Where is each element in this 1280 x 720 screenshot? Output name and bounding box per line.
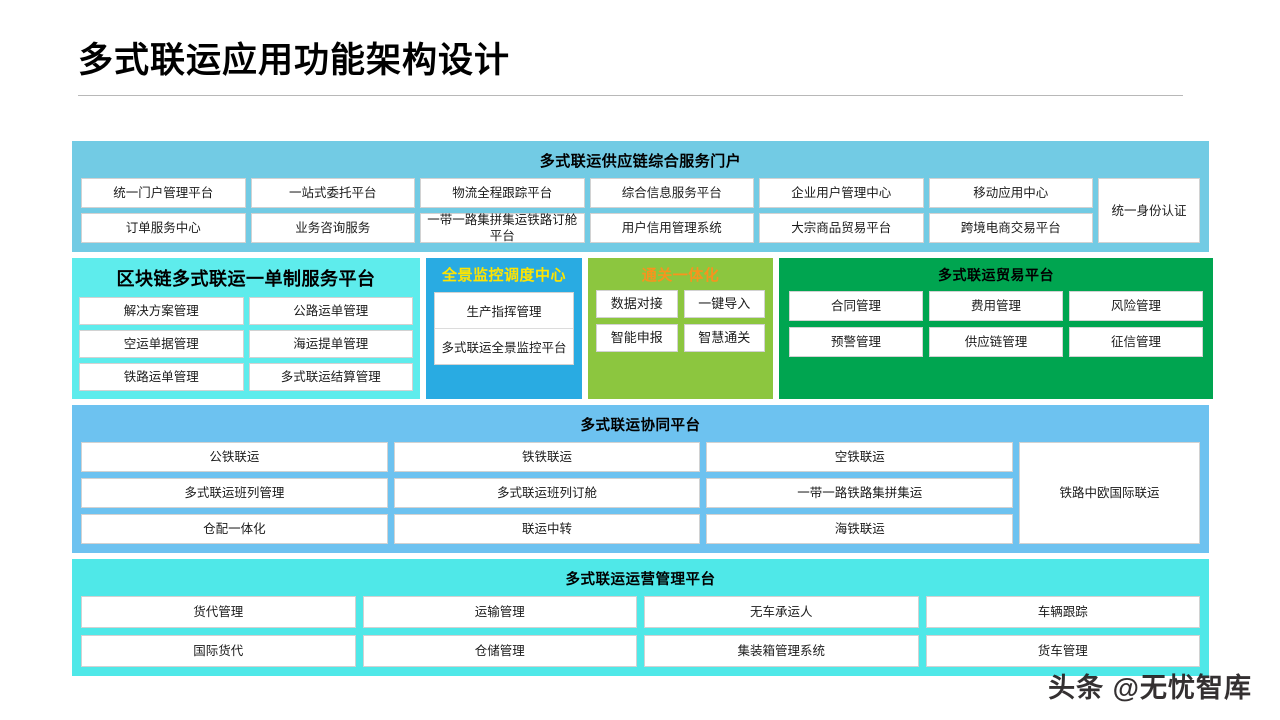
section-operations-title: 多式联运运营管理平台: [565, 572, 716, 588]
title-divider: [78, 94, 1183, 96]
portal-cell-identity[interactable]: 统一身份认证: [1098, 178, 1200, 243]
trade-cell[interactable]: 预警管理: [789, 327, 923, 357]
customs-grid: 数据对接 一键导入 智能申报 智慧通关: [596, 290, 765, 352]
page-title: 多式联运应用功能架构设计: [78, 41, 511, 80]
collaboration-cell[interactable]: 一带一路铁路集拼集运: [706, 478, 1014, 508]
portal-cell[interactable]: 统一门户管理平台: [81, 178, 246, 208]
section-collaboration-title: 多式联运协同平台: [580, 418, 701, 434]
portal-cell[interactable]: 大宗商品贸易平台: [759, 213, 924, 243]
portal-cell[interactable]: 物流全程跟踪平台: [420, 178, 585, 208]
collaboration-grid: 公铁联运 铁铁联运 空铁联运 铁路中欧国际联运 多式联运班列管理 多式联运班列订…: [81, 442, 1200, 544]
collaboration-cell[interactable]: 海铁联运: [706, 514, 1014, 544]
collaboration-cell[interactable]: 多式联运班列订舱: [393, 478, 701, 508]
monitor-cell[interactable]: 多式联运全景监控平台: [435, 328, 573, 364]
section-trade: 多式联运贸易平台 合同管理 费用管理 风险管理 预警管理 供应链管理 征信管理: [779, 258, 1213, 399]
section-operations: 多式联运运营管理平台 货代管理 运输管理 无车承运人 车辆跟踪 国际货代 仓储管…: [72, 559, 1209, 676]
portal-cell[interactable]: 跨境电商交易平台: [928, 213, 1093, 243]
portal-cell[interactable]: 订单服务中心: [81, 213, 246, 243]
collaboration-cell[interactable]: 空铁联运: [706, 442, 1014, 472]
blockchain-cell[interactable]: 公路运单管理: [248, 297, 413, 325]
blockchain-cell[interactable]: 铁路运单管理: [79, 363, 244, 391]
trade-cell[interactable]: 风险管理: [1069, 291, 1203, 321]
operations-grid: 货代管理 运输管理 无车承运人 车辆跟踪 国际货代 仓储管理 集装箱管理系统 货…: [81, 596, 1200, 667]
blockchain-cell[interactable]: 解决方案管理: [79, 297, 244, 325]
portal-cell[interactable]: 一带一路集拼集运铁路订舱平台: [420, 213, 585, 243]
section-portal-title: 多式联运供应链综合服务门户: [539, 153, 742, 170]
customs-cell[interactable]: 智慧通关: [683, 324, 765, 352]
monitor-cell[interactable]: 生产指挥管理: [435, 293, 573, 328]
portal-cell[interactable]: 综合信息服务平台: [589, 178, 754, 208]
section-portal: 多式联运供应链综合服务门户 统一门户管理平台 一站式委托平台 物流全程跟踪平台 …: [72, 141, 1209, 252]
collaboration-cell[interactable]: 仓配一体化: [81, 514, 388, 544]
portal-grid: 统一门户管理平台 一站式委托平台 物流全程跟踪平台 综合信息服务平台 企业用户管…: [81, 178, 1200, 243]
section-blockchain: 区块链多式联运一单制服务平台 解决方案管理 公路运单管理 空运单据管理 海运提单…: [72, 258, 420, 399]
section-customs: 通关一体化 数据对接 一键导入 智能申报 智慧通关: [588, 258, 773, 399]
section-blockchain-title: 区块链多式联运一单制服务平台: [116, 269, 376, 289]
customs-cell[interactable]: 智能申报: [596, 324, 678, 352]
operations-cell[interactable]: 仓储管理: [362, 635, 637, 667]
collaboration-cell[interactable]: 铁铁联运: [393, 442, 701, 472]
middle-row: 区块链多式联运一单制服务平台 解决方案管理 公路运单管理 空运单据管理 海运提单…: [72, 258, 1213, 399]
blockchain-cell[interactable]: 多式联运结算管理: [248, 363, 413, 391]
operations-cell[interactable]: 货车管理: [925, 635, 1200, 667]
collaboration-cell[interactable]: 多式联运班列管理: [81, 478, 388, 508]
portal-cell[interactable]: 企业用户管理中心: [759, 178, 924, 208]
section-trade-title: 多式联运贸易平台: [938, 267, 1054, 283]
architecture-diagram: 多式联运供应链综合服务门户 统一门户管理平台 一站式委托平台 物流全程跟踪平台 …: [72, 141, 1213, 676]
trade-cell[interactable]: 征信管理: [1069, 327, 1203, 357]
trade-grid: 合同管理 费用管理 风险管理 预警管理 供应链管理 征信管理: [789, 291, 1203, 357]
operations-cell[interactable]: 车辆跟踪: [925, 596, 1200, 628]
trade-cell[interactable]: 费用管理: [929, 291, 1063, 321]
portal-cell[interactable]: 移动应用中心: [928, 178, 1093, 208]
monitor-stack: 生产指挥管理 多式联运全景监控平台: [434, 292, 574, 365]
portal-cell[interactable]: 一站式委托平台: [250, 178, 415, 208]
blockchain-grid: 解决方案管理 公路运单管理 空运单据管理 海运提单管理 铁路运单管理 多式联运结…: [79, 297, 413, 391]
operations-cell[interactable]: 无车承运人: [644, 596, 919, 628]
customs-cell[interactable]: 数据对接: [596, 290, 678, 318]
collaboration-cell-china-europe[interactable]: 铁路中欧国际联运: [1019, 442, 1200, 544]
portal-cell[interactable]: 业务咨询服务: [250, 213, 415, 243]
section-monitor: 全景监控调度中心 生产指挥管理 多式联运全景监控平台: [426, 258, 582, 399]
operations-cell[interactable]: 运输管理: [362, 596, 637, 628]
slide-canvas: 多式联运应用功能架构设计 多式联运供应链综合服务门户 统一门户管理平台 一站式委…: [0, 0, 1280, 720]
collaboration-cell[interactable]: 公铁联运: [81, 442, 388, 472]
collaboration-cell[interactable]: 联运中转: [393, 514, 701, 544]
trade-cell[interactable]: 供应链管理: [929, 327, 1063, 357]
watermark: 头条 @无忧智库: [1048, 673, 1252, 703]
title-block: 多式联运应用功能架构设计: [78, 41, 1188, 96]
customs-cell[interactable]: 一键导入: [683, 290, 765, 318]
section-customs-title: 通关一体化: [641, 267, 720, 284]
operations-cell[interactable]: 集装箱管理系统: [644, 635, 919, 667]
operations-cell[interactable]: 国际货代: [81, 635, 356, 667]
operations-cell[interactable]: 货代管理: [81, 596, 356, 628]
trade-cell[interactable]: 合同管理: [789, 291, 923, 321]
blockchain-cell[interactable]: 海运提单管理: [248, 330, 413, 358]
portal-cell[interactable]: 用户信用管理系统: [589, 213, 754, 243]
section-monitor-title: 全景监控调度中心: [441, 267, 566, 284]
blockchain-cell[interactable]: 空运单据管理: [79, 330, 244, 358]
section-collaboration: 多式联运协同平台 公铁联运 铁铁联运 空铁联运 铁路中欧国际联运 多式联运班列管…: [72, 405, 1209, 553]
